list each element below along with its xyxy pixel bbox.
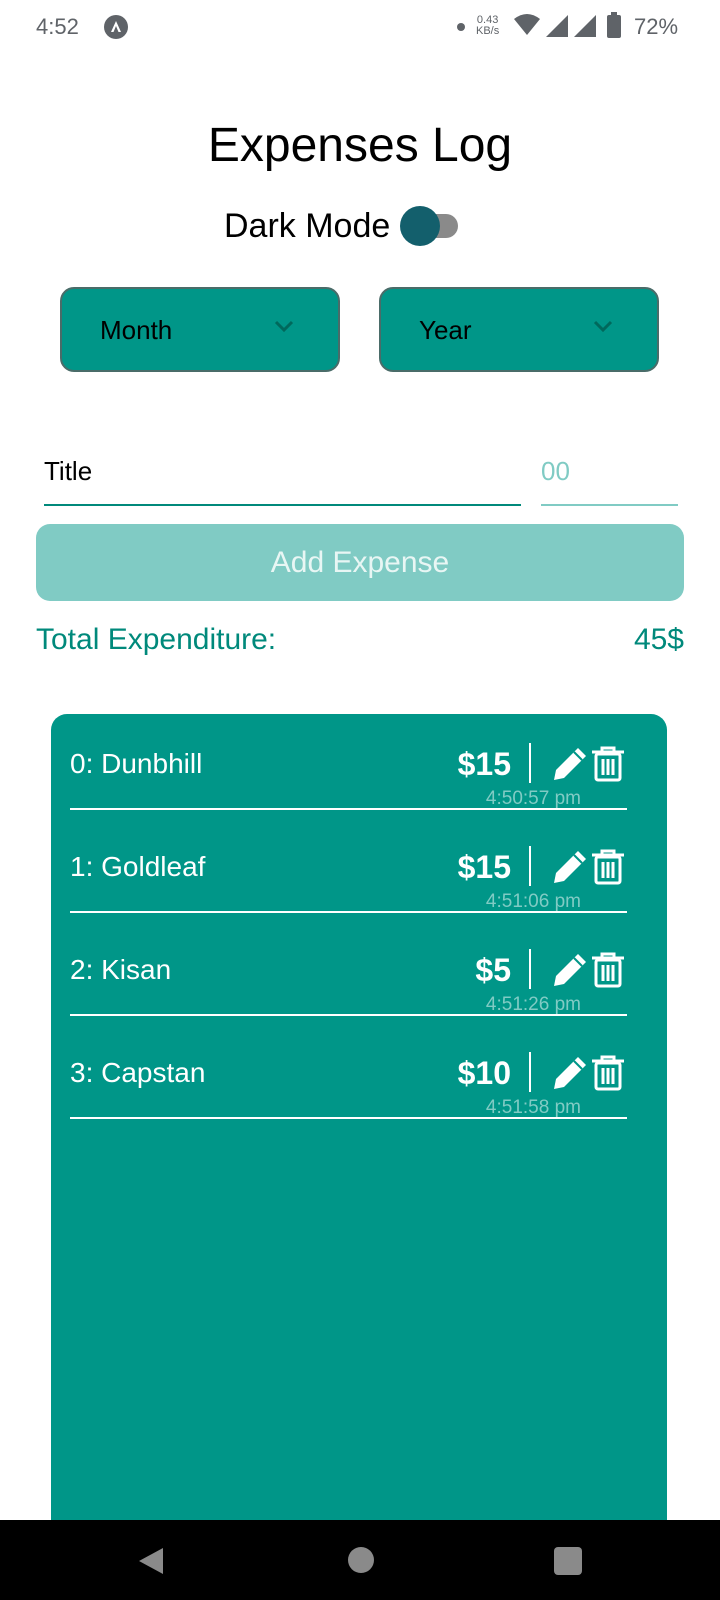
list-item: 1: Goldleaf $15 4:51:06 pm: [70, 829, 627, 913]
list-item: 0: Dunbhill $15 4:50:57 pm: [70, 726, 627, 810]
month-dropdown[interactable]: Month: [60, 287, 340, 372]
expense-name: 2: Kisan: [70, 954, 172, 985]
toggle-thumb: [400, 206, 441, 246]
expense-time: 4:50:57 pm: [485, 788, 581, 809]
list-item: 3: Capstan $10 4:51:58 pm: [70, 1035, 627, 1119]
title-input[interactable]: [44, 448, 521, 487]
amount-field: [541, 448, 678, 506]
page-title: Expenses Log: [207, 119, 513, 172]
expense-amount: $5: [475, 952, 511, 988]
system-nav-bar: [0, 1520, 720, 1600]
year-dropdown-label: Year: [419, 315, 472, 345]
expense-name: 0: Dunbhill: [70, 748, 203, 779]
expense-list: 0: Dunbhill $15 4:50:57 pm 1: Goldleaf $…: [51, 714, 667, 1540]
total-expenditure-label: Total Expenditure:: [36, 623, 277, 656]
trash-icon[interactable]: [591, 1055, 625, 1096]
notification-dot-icon: [457, 23, 465, 31]
amount-input[interactable]: [541, 448, 678, 487]
network-speed: 0.43 KB/s: [476, 15, 499, 37]
wifi-icon: [514, 14, 540, 42]
home-icon[interactable]: [348, 1547, 374, 1573]
expense-time: 4:51:06 pm: [485, 891, 581, 912]
total-expenditure-value: 45$: [633, 623, 684, 656]
expense-time: 4:51:58 pm: [485, 1097, 581, 1118]
app-logo-icon: [104, 15, 128, 39]
trash-icon[interactable]: [591, 849, 625, 890]
pencil-icon[interactable]: [552, 952, 588, 993]
month-dropdown-label: Month: [100, 315, 173, 345]
item-divider: [529, 846, 531, 886]
battery-percentage: 72%: [634, 14, 679, 39]
title-field: [44, 448, 521, 506]
year-dropdown[interactable]: Year: [379, 287, 659, 372]
expense-name: 1: Goldleaf: [70, 851, 206, 882]
pencil-icon[interactable]: [552, 1055, 588, 1096]
add-expense-button[interactable]: Add Expense: [36, 524, 684, 601]
recent-apps-icon[interactable]: [554, 1547, 582, 1575]
expense-amount: $10: [457, 1055, 511, 1091]
item-divider: [529, 949, 531, 989]
expense-name: 3: Capstan: [70, 1057, 206, 1088]
trash-icon[interactable]: [591, 746, 625, 787]
dark-mode-row: Dark Mode: [224, 204, 464, 248]
signal-icon: [546, 15, 568, 43]
chevron-down-icon: [274, 319, 294, 337]
expense-amount: $15: [457, 849, 511, 885]
item-divider: [529, 1052, 531, 1092]
chevron-down-icon: [593, 319, 613, 337]
item-divider: [529, 743, 531, 783]
list-item: 2: Kisan $5 4:51:26 pm: [70, 932, 627, 1016]
status-bar: 4:52 0.43 KB/s 72%: [0, 0, 720, 56]
signal-icon: [574, 15, 596, 43]
status-time: 4:52: [36, 14, 79, 39]
pencil-icon[interactable]: [552, 746, 588, 787]
pencil-icon[interactable]: [552, 849, 588, 890]
dark-mode-toggle[interactable]: [400, 204, 464, 248]
battery-icon: [607, 12, 621, 38]
back-icon[interactable]: [137, 1546, 165, 1581]
network-speed-unit: KB/s: [476, 25, 500, 37]
trash-icon[interactable]: [591, 952, 625, 993]
dark-mode-label: Dark Mode: [224, 206, 391, 245]
expense-time: 4:51:26 pm: [485, 994, 581, 1015]
expense-amount: $15: [457, 746, 511, 782]
